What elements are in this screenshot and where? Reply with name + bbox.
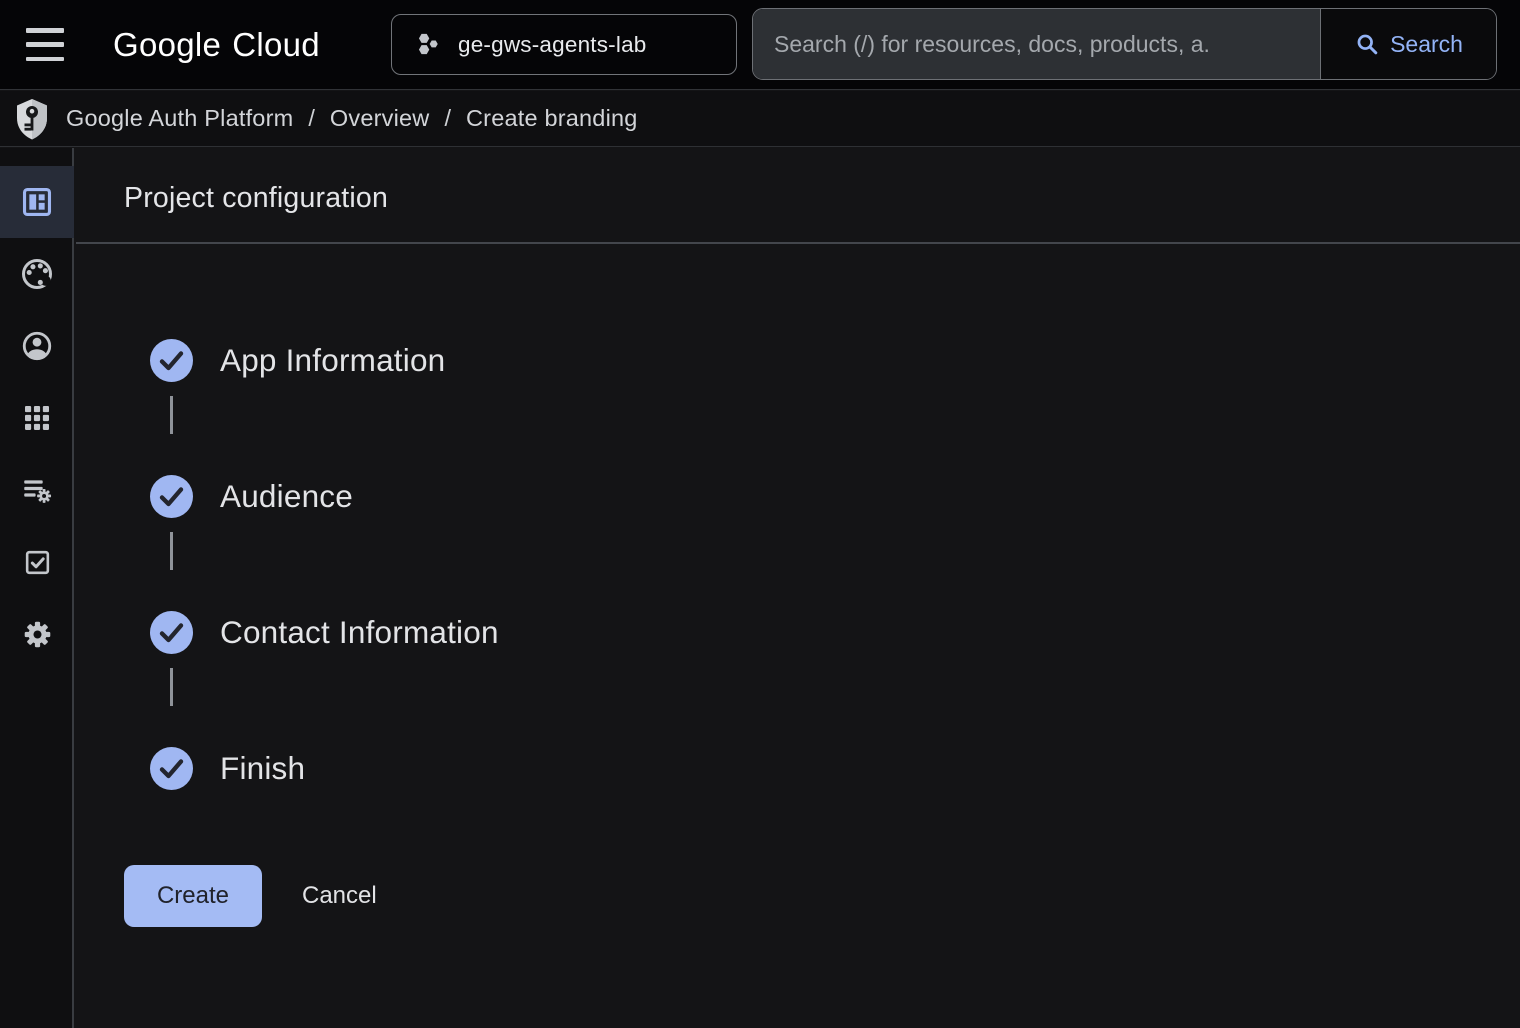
- step-completed-check-icon: [150, 339, 193, 382]
- step-connector: [170, 396, 173, 434]
- search-bar: Search: [752, 8, 1497, 80]
- logo-word-cloud: Cloud: [232, 26, 320, 64]
- sidebar-item-verification[interactable]: [0, 526, 74, 598]
- list-settings-icon: [20, 473, 54, 507]
- logo-word-google: Google: [113, 26, 221, 64]
- breadcrumb: Google Auth Platform / Overview / Create…: [0, 91, 1520, 147]
- search-field-container: [753, 9, 1320, 79]
- step-label: App Information: [220, 342, 445, 379]
- step-contact-information: Contact Information: [150, 610, 499, 654]
- sidebar-item-branding[interactable]: [0, 238, 74, 310]
- sidebar-nav: [0, 148, 74, 1028]
- palette-icon: [19, 256, 55, 292]
- step-connector: [170, 668, 173, 706]
- person-icon: [20, 329, 54, 363]
- hamburger-menu-icon[interactable]: [26, 28, 66, 61]
- sidebar-item-settings[interactable]: [0, 598, 74, 670]
- project-name: ge-gws-agents-lab: [458, 32, 647, 58]
- shield-key-icon: [14, 98, 50, 140]
- step-completed-check-icon: [150, 611, 193, 654]
- checkbox-icon: [22, 547, 53, 578]
- step-label: Finish: [220, 750, 305, 787]
- breadcrumb-item-overview[interactable]: Overview: [330, 105, 430, 132]
- sidebar-item-data-access[interactable]: [0, 454, 74, 526]
- create-button[interactable]: Create: [124, 865, 262, 927]
- step-completed-check-icon: [150, 475, 193, 518]
- cancel-button[interactable]: Cancel: [302, 865, 377, 927]
- step-finish: Finish: [150, 746, 305, 790]
- step-label: Contact Information: [220, 614, 499, 651]
- search-input[interactable]: [753, 31, 1320, 58]
- gear-icon: [21, 618, 54, 651]
- project-selector-button[interactable]: ge-gws-agents-lab: [391, 14, 737, 75]
- step-label: Audience: [220, 478, 353, 515]
- project-hexagons-icon: [414, 31, 441, 58]
- dashboard-icon: [20, 185, 54, 219]
- sidebar-item-audience[interactable]: [0, 310, 74, 382]
- top-bar: Google Cloud ge-gws-agents-lab Search: [0, 0, 1520, 90]
- breadcrumb-separator: /: [308, 105, 315, 132]
- sidebar-item-dashboard[interactable]: [0, 166, 74, 238]
- search-button[interactable]: Search: [1320, 9, 1496, 79]
- step-app-information: App Information: [150, 338, 445, 382]
- search-button-label: Search: [1390, 31, 1463, 58]
- breadcrumb-separator: /: [444, 105, 451, 132]
- step-completed-check-icon: [150, 747, 193, 790]
- search-icon: [1354, 31, 1381, 58]
- sidebar-item-clients[interactable]: [0, 382, 74, 454]
- step-audience: Audience: [150, 474, 353, 518]
- google-cloud-logo[interactable]: Google Cloud: [113, 0, 320, 90]
- breadcrumb-item-create-branding[interactable]: Create branding: [466, 105, 638, 132]
- breadcrumb-item-google-auth-platform[interactable]: Google Auth Platform: [66, 105, 293, 132]
- header-divider: [76, 242, 1520, 244]
- page-title: Project configuration: [124, 182, 388, 215]
- google-cloud-console: Google Cloud ge-gws-agents-lab Search: [0, 0, 1520, 1028]
- apps-grid-icon: [21, 402, 53, 434]
- step-connector: [170, 532, 173, 570]
